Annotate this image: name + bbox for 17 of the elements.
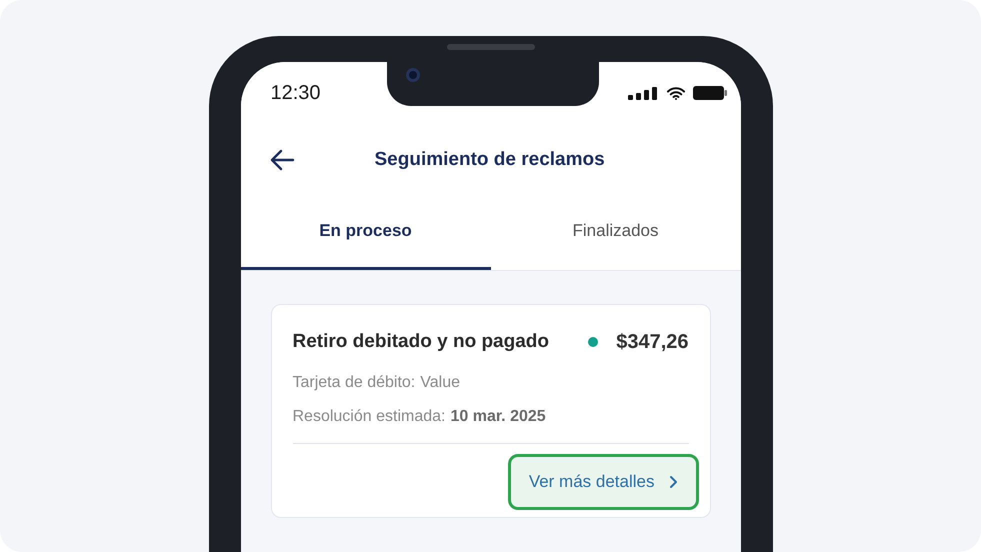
claim-amount: $347,26 [616, 330, 688, 355]
details-button[interactable]: Ver más detalles [508, 454, 698, 510]
screen-title: Seguimiento de reclamos [374, 148, 605, 172]
back-arrow-icon[interactable] [268, 149, 294, 171]
tab[interactable]: En proceso [240, 198, 490, 270]
card-label: Tarjeta de débito: [292, 373, 416, 393]
claim-title: Retiro debitado y no pagado [292, 330, 550, 354]
signal-icon [628, 86, 658, 100]
status-time: 12:30 [270, 81, 321, 106]
resolution-label: Resolución estimada: [292, 407, 446, 427]
camera-icon [406, 68, 420, 82]
resolution-date: 10 mar. 2025 [450, 407, 546, 427]
chevron-right-icon [668, 475, 678, 489]
battery-icon [692, 86, 726, 100]
tab[interactable]: Finalizados [490, 198, 740, 270]
card-value: Value [420, 373, 460, 393]
wifi-icon [666, 86, 684, 100]
